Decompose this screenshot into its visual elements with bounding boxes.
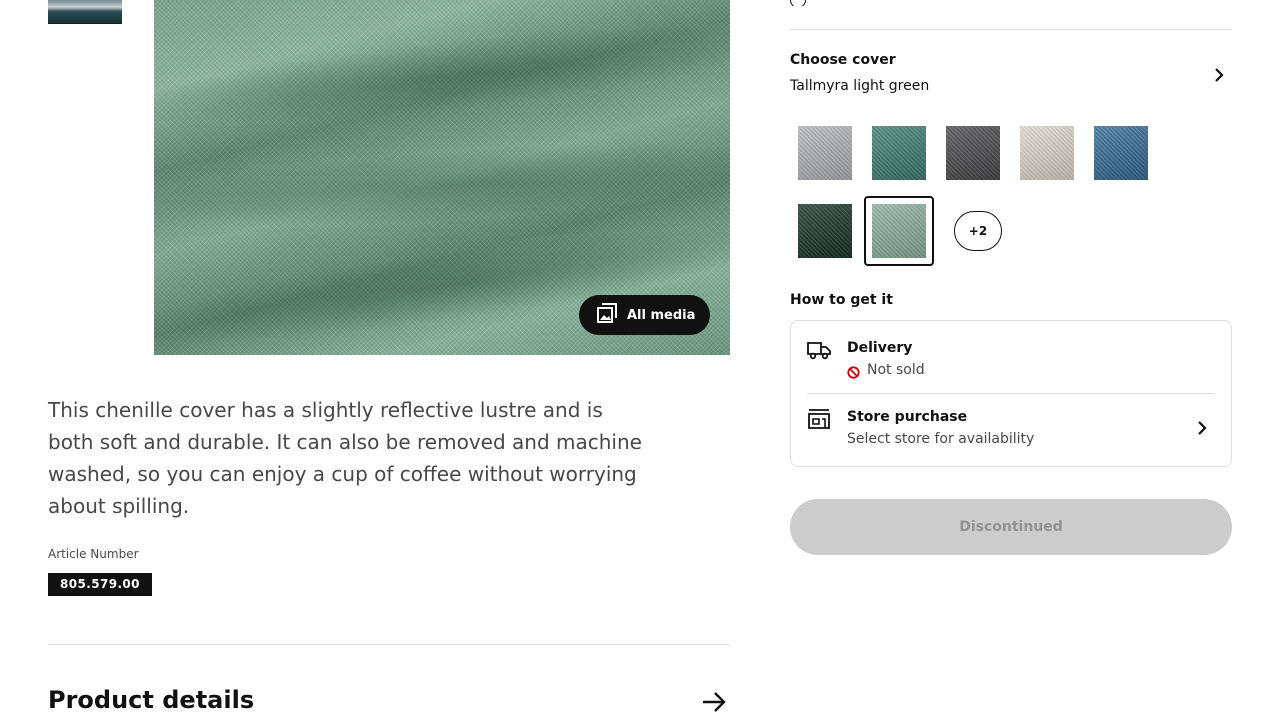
cover-swatch-selected-frame[interactable] [864, 196, 934, 266]
article-number-badge: 805.579.00 [48, 573, 152, 596]
choose-cover-title[interactable]: Choose cover [790, 52, 896, 68]
all-media-label: All media [627, 307, 696, 323]
product-details-heading[interactable]: Product details [48, 686, 254, 714]
all-media-button[interactable]: All media [579, 295, 710, 335]
gallery-icon [597, 303, 617, 327]
more-covers-button[interactable]: +2 [954, 211, 1002, 251]
cover-swatch-light-green[interactable] [872, 204, 926, 258]
info-icon [790, 0, 806, 6]
cover-swatch-dark-grey[interactable] [946, 126, 1000, 180]
chevron-right-icon[interactable] [1193, 419, 1211, 437]
delivery-status: Not sold [867, 362, 925, 378]
divider [790, 29, 1232, 30]
how-to-get-title: How to get it [790, 292, 893, 308]
divider [807, 393, 1215, 394]
truncated-info-row [790, 0, 1230, 6]
chevron-right-icon[interactable] [1210, 66, 1228, 84]
arrow-right-icon[interactable] [700, 688, 728, 716]
divider [48, 644, 730, 645]
cover-swatch-beige[interactable] [1020, 126, 1074, 180]
cover-swatch-blue[interactable] [1094, 126, 1148, 180]
availability-box: Delivery Not sold Store purchase Select … [790, 320, 1232, 467]
truck-icon [807, 340, 831, 364]
cover-swatch-light-grey[interactable] [798, 126, 852, 180]
store-purchase-subtitle[interactable]: Select store for availability [847, 431, 1034, 447]
not-available-icon [847, 364, 860, 379]
store-icon [807, 409, 831, 433]
discontinued-button: Discontinued [790, 499, 1232, 555]
delivery-title: Delivery [847, 340, 913, 356]
selected-cover-name: Tallmyra light green [790, 78, 930, 94]
product-description: This chenille cover has a slightly refle… [48, 398, 642, 518]
cover-swatch-green-teal[interactable] [872, 126, 926, 180]
gallery-thumbnail[interactable] [48, 0, 122, 24]
store-purchase-title[interactable]: Store purchase [847, 409, 967, 425]
cover-swatch-dark-green[interactable] [798, 204, 852, 258]
article-number-label: Article Number [48, 547, 139, 561]
